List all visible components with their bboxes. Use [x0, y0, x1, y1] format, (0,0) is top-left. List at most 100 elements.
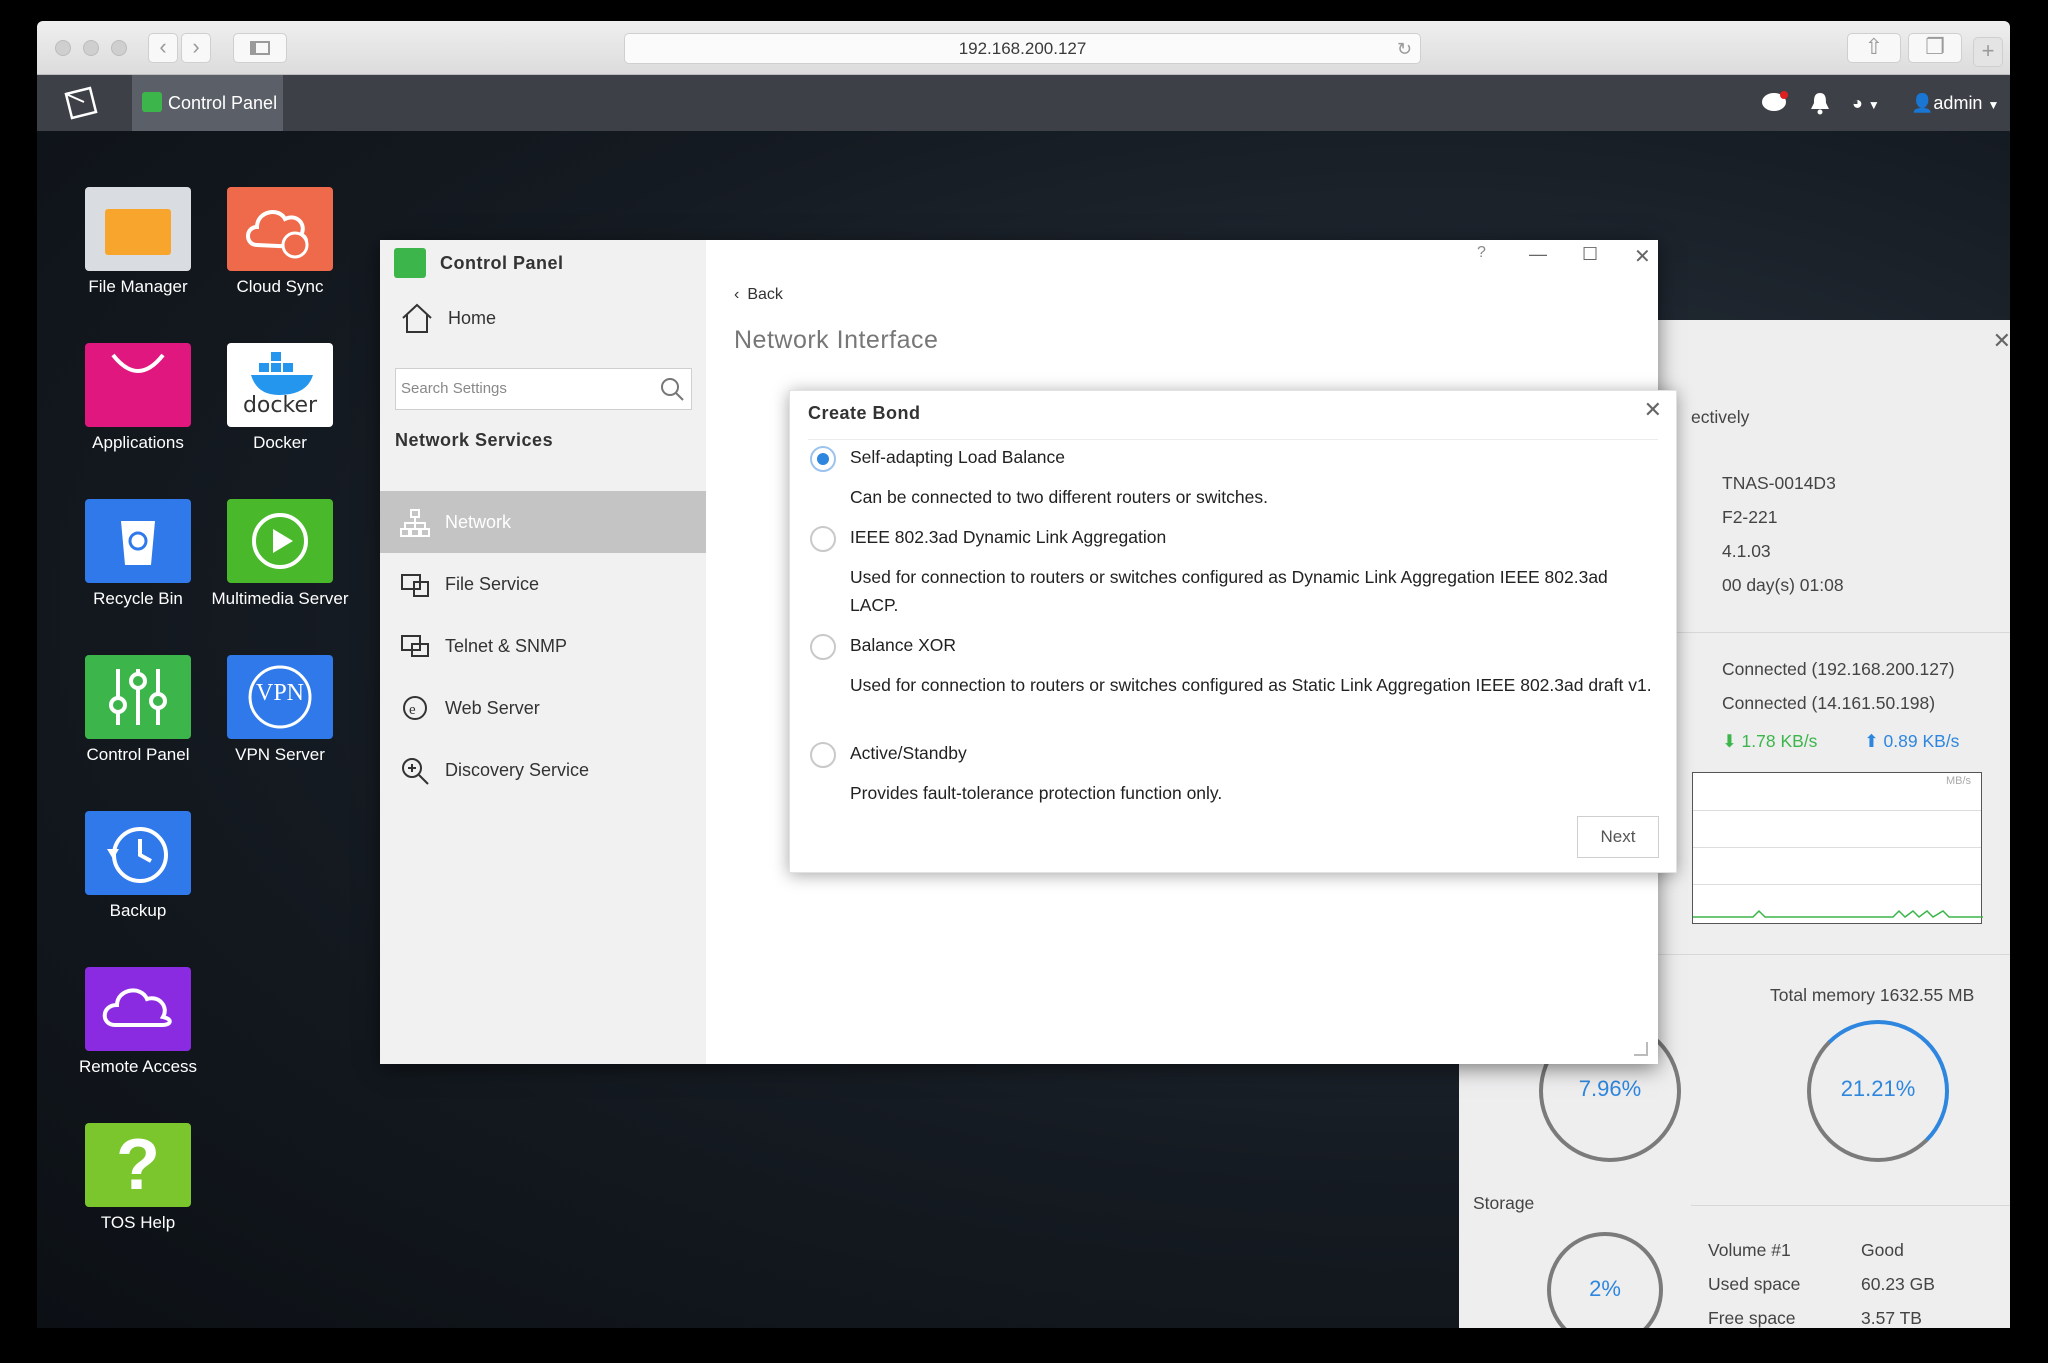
svg-text:e: e — [409, 702, 416, 718]
new-tab-button[interactable]: + — [1973, 37, 2003, 67]
docker-whale-icon: docker — [227, 343, 333, 427]
sidebar-item-label: Web Server — [445, 698, 540, 718]
close-window-button[interactable] — [55, 40, 71, 56]
control-panel-icon — [142, 92, 162, 112]
radio-button[interactable] — [810, 634, 836, 660]
browser-window: ‹ › 192.168.200.127 ↻ ⇧ ❐ + Control Pane… — [37, 21, 2010, 1328]
network-icon — [400, 509, 430, 537]
upload-speed: ⬆ 0.89 KB/s — [1864, 731, 1960, 751]
desktop-icon-recycle-bin[interactable]: Recycle Bin — [68, 499, 208, 610]
desktop-icon-label: Control Panel — [86, 745, 190, 764]
cloud-sync-icon — [227, 187, 333, 271]
back-nav-button[interactable]: ‹ — [148, 33, 178, 63]
next-button[interactable]: Next — [1577, 816, 1659, 858]
sidebar-item-label: Network — [445, 512, 512, 532]
desktop-icon-label: VPN Server — [235, 745, 325, 764]
sidebar-item-label: Discovery Service — [445, 760, 590, 780]
bell-icon[interactable] — [1809, 75, 1831, 131]
share-button[interactable]: ⇧ — [1847, 33, 1901, 63]
desktop-icon-control-panel[interactable]: Control Panel — [68, 655, 208, 766]
sidebar-item-home[interactable]: Home — [400, 300, 496, 336]
monitor-icon — [401, 635, 429, 657]
tos-version: 4.1.03 — [1722, 541, 1771, 561]
vpn-icon: VPN — [227, 655, 333, 739]
minimize-button[interactable]: — — [1529, 244, 1547, 265]
sidebar-item-discovery-service[interactable]: Discovery Service — [380, 739, 706, 801]
taskbar-control-panel-tab[interactable]: Control Panel — [132, 75, 283, 131]
search-icon[interactable] — [659, 376, 685, 402]
control-panel-icon — [394, 248, 426, 278]
close-icon[interactable]: ✕ — [1644, 397, 1662, 423]
info-partial-text: ectively — [1691, 407, 1750, 427]
desktop-icon-applications[interactable]: Applications — [68, 343, 208, 454]
shopping-bag-icon — [85, 343, 191, 427]
desktop-icon-multimedia-server[interactable]: Multimedia Server — [210, 499, 350, 610]
storage-label: Storage — [1473, 1193, 1535, 1213]
free-space-value: 3.57 TB — [1861, 1308, 1922, 1328]
address-bar[interactable]: 192.168.200.127 ↻ — [624, 33, 1421, 64]
desktop-icon-backup[interactable]: Backup — [68, 811, 208, 922]
chevron-left-icon: ‹ — [159, 34, 167, 59]
tabs-button[interactable]: ❐ — [1908, 33, 1962, 63]
back-label: Back — [747, 286, 783, 303]
minimize-window-button[interactable] — [83, 40, 99, 56]
dialog-divider — [808, 439, 1658, 440]
language-menu[interactable]: ◕ ▼ — [1852, 75, 1880, 131]
discovery-icon — [402, 758, 429, 785]
search-settings-input[interactable]: Search Settings — [395, 368, 692, 410]
desktop-icon-vpn-server[interactable]: VPN VPN Server — [210, 655, 350, 766]
desktop-icon-file-manager[interactable]: File Manager — [68, 187, 208, 298]
chevron-down-icon: ▼ — [1867, 98, 1880, 112]
desktop-icon-label: Applications — [92, 433, 184, 452]
username: admin — [1933, 93, 1983, 113]
close-icon[interactable]: ✕ — [1993, 328, 2010, 354]
arrow-up-icon: ⬆ — [1864, 731, 1879, 751]
tos-logo-icon[interactable] — [62, 86, 100, 120]
radio-button[interactable] — [810, 446, 836, 472]
sidebar-item-label: Telnet & SNMP — [445, 636, 568, 656]
desktop-icon-label: Backup — [109, 901, 167, 920]
sidebar-item-network[interactable]: Network — [380, 491, 706, 553]
control-panel-header: Control Panel — [394, 248, 564, 278]
uptime: 00 day(s) 01:08 — [1722, 575, 1844, 595]
desktop-icon-remote-access[interactable]: Remote Access — [68, 967, 208, 1078]
nas-topbar: Control Panel ◕ ▼ 👤admin ▼ — [37, 75, 2010, 131]
sidebar-icon — [250, 41, 270, 55]
forward-nav-button[interactable]: › — [181, 33, 211, 63]
vpn-icon-text: VPN — [255, 680, 304, 706]
user-menu[interactable]: 👤admin ▼ — [1911, 75, 1999, 131]
desktop-icon-docker[interactable]: docker Docker — [210, 343, 350, 454]
desktop-icon-label: File Manager — [88, 277, 188, 296]
messages-icon[interactable] — [1761, 75, 1789, 131]
sidebar-item-label: File Service — [445, 574, 540, 594]
folder-icon — [85, 187, 191, 271]
close-button[interactable]: ✕ — [1634, 244, 1651, 269]
desktop-icon-cloud-sync[interactable]: Cloud Sync — [210, 187, 350, 298]
used-space-label: Used space — [1708, 1274, 1801, 1294]
sidebar-item-file-service[interactable]: File Service — [380, 553, 706, 615]
search-placeholder: Search Settings — [401, 380, 507, 397]
cloud-icon — [85, 967, 191, 1051]
desktop-icon-tos-help[interactable]: ? TOS Help — [68, 1123, 208, 1234]
control-panel-title: Control Panel — [440, 253, 564, 273]
back-button[interactable]: ‹ Back — [734, 286, 783, 304]
wan-connection: Connected (14.161.50.198) — [1722, 693, 1936, 713]
desktop-icon-label: Recycle Bin — [93, 589, 183, 608]
clock-history-icon — [85, 811, 191, 895]
chevron-down-icon: ▼ — [1987, 98, 2000, 112]
sidebar-item-telnet-snmp[interactable]: Telnet & SNMP — [380, 615, 706, 677]
download-speed: ⬇ 1.78 KB/s — [1722, 731, 1818, 751]
storage-percent: 2% — [1589, 1276, 1621, 1301]
sidebar-item-web-server[interactable]: e Web Server — [380, 677, 706, 739]
radio-button[interactable] — [810, 742, 836, 768]
device-model: F2-221 — [1722, 507, 1778, 527]
user-icon: 👤 — [1911, 93, 1934, 113]
help-button[interactable]: ? — [1477, 244, 1486, 262]
resize-handle[interactable] — [1634, 1042, 1648, 1056]
maximize-button[interactable]: ☐ — [1582, 244, 1598, 265]
sidebar-toggle-button[interactable] — [233, 33, 287, 63]
desktop-icon-label: TOS Help — [100, 1213, 176, 1232]
radio-button[interactable] — [810, 526, 836, 552]
reload-icon[interactable]: ↻ — [1397, 34, 1412, 64]
zoom-window-button[interactable] — [111, 40, 127, 56]
